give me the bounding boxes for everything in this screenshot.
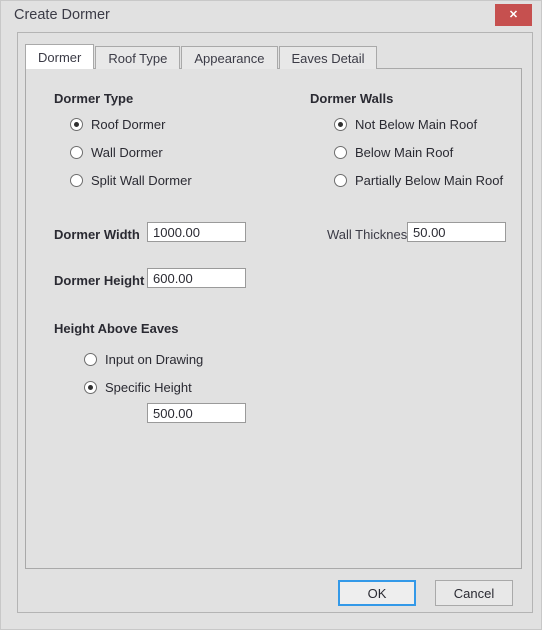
- specific-height-input[interactable]: [147, 403, 246, 423]
- dormer-width-label: Dormer Width: [54, 227, 140, 242]
- close-button[interactable]: ✕: [495, 4, 532, 26]
- close-icon: ✕: [508, 9, 519, 21]
- radio-indicator: [84, 353, 97, 366]
- dormer-height-label: Dormer Height: [54, 273, 145, 288]
- title-bar: Create Dormer ✕: [1, 1, 541, 31]
- dormer-width-input[interactable]: [147, 222, 246, 242]
- wall-thickness-input[interactable]: [407, 222, 506, 242]
- radio-partially-below-main-roof[interactable]: Partially Below Main Roof: [334, 173, 503, 188]
- radio-specific-height[interactable]: Specific Height: [84, 380, 192, 395]
- dormer-tab-panel: Dormer Type Roof Dormer Wall Dormer Spli…: [25, 68, 522, 569]
- radio-label: Wall Dormer: [91, 145, 163, 160]
- cancel-button[interactable]: Cancel: [435, 580, 513, 606]
- dormer-walls-group-title: Dormer Walls: [310, 91, 394, 106]
- radio-indicator: [70, 174, 83, 187]
- tab-eaves-detail[interactable]: Eaves Detail: [278, 46, 378, 69]
- radio-label: Specific Height: [105, 380, 192, 395]
- radio-split-wall-dormer[interactable]: Split Wall Dormer: [70, 173, 192, 188]
- height-above-eaves-group-title: Height Above Eaves: [54, 321, 179, 336]
- tab-strip: Dormer Roof Type Appearance Eaves Detail: [25, 44, 378, 69]
- radio-label: Partially Below Main Roof: [355, 173, 504, 188]
- radio-not-below-main-roof[interactable]: Not Below Main Roof: [334, 117, 477, 132]
- radio-label: Below Main Roof: [355, 145, 454, 160]
- radio-below-main-roof[interactable]: Below Main Roof: [334, 145, 453, 160]
- radio-wall-dormer[interactable]: Wall Dormer: [70, 145, 163, 160]
- radio-label: Input on Drawing: [105, 352, 204, 367]
- create-dormer-dialog: Create Dormer ✕ Dormer Roof Type Appeara…: [0, 0, 542, 630]
- tab-dormer[interactable]: Dormer: [25, 44, 95, 69]
- radio-label: Roof Dormer: [91, 117, 166, 132]
- radio-indicator: [70, 118, 83, 131]
- radio-input-on-drawing[interactable]: Input on Drawing: [84, 352, 203, 367]
- window-title: Create Dormer: [14, 7, 110, 23]
- radio-label: Split Wall Dormer: [91, 173, 192, 188]
- radio-indicator: [84, 381, 97, 394]
- ok-button[interactable]: OK: [338, 580, 416, 606]
- dormer-height-input[interactable]: [147, 268, 246, 288]
- radio-indicator: [334, 174, 347, 187]
- dormer-type-group-title: Dormer Type: [54, 91, 134, 106]
- tab-appearance[interactable]: Appearance: [181, 46, 278, 69]
- active-tab-seam: [26, 67, 78, 69]
- radio-label: Not Below Main Roof: [355, 117, 478, 132]
- wall-thickness-label: Wall Thickness: [327, 227, 414, 242]
- tab-roof-type[interactable]: Roof Type: [95, 46, 181, 69]
- radio-roof-dormer[interactable]: Roof Dormer: [70, 117, 165, 132]
- radio-indicator: [334, 146, 347, 159]
- radio-indicator: [70, 146, 83, 159]
- radio-indicator: [334, 118, 347, 131]
